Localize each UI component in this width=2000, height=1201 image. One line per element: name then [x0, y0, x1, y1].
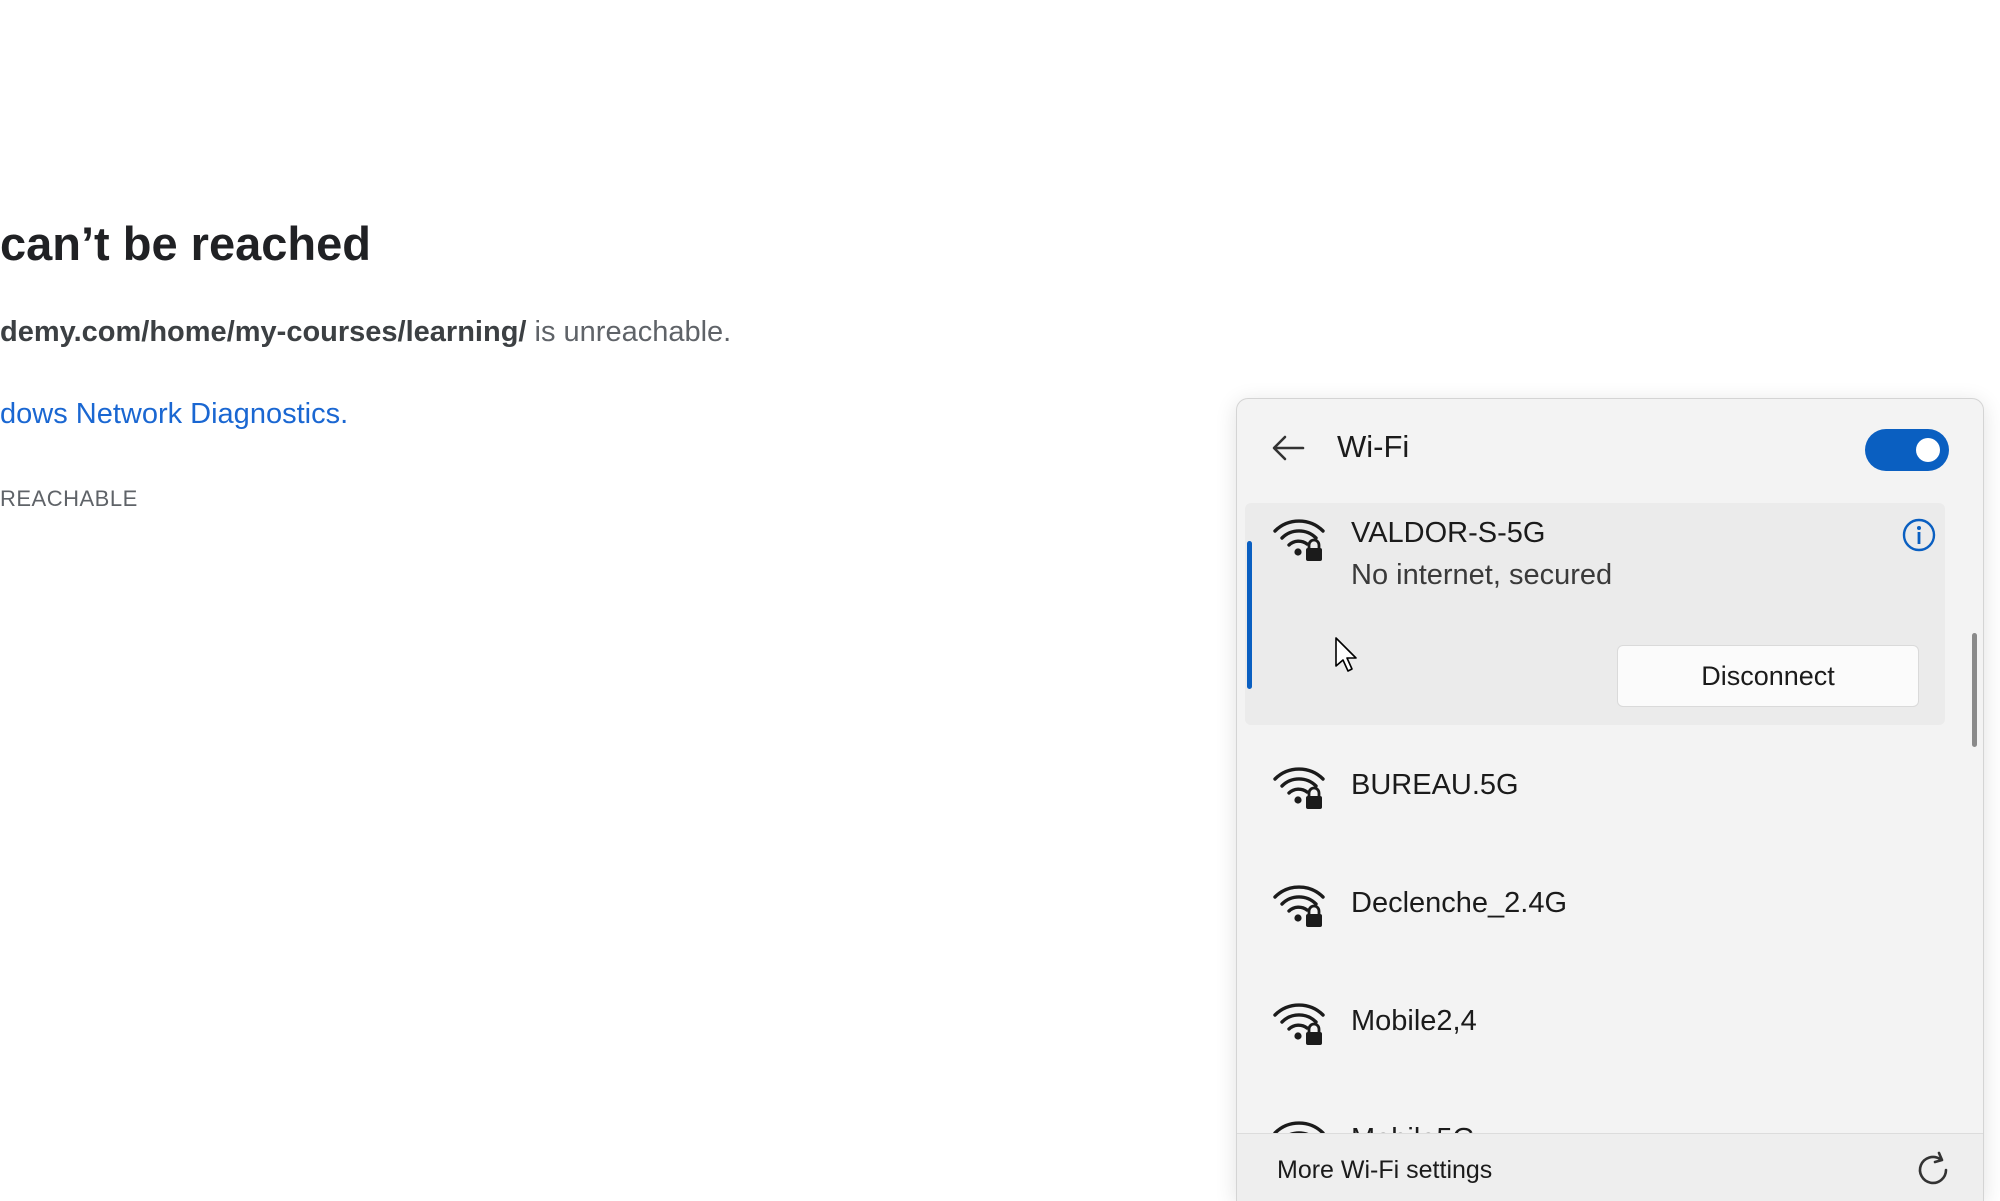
network-item[interactable]: Mobile5G — [1245, 1087, 1945, 1133]
error-code: REACHABLE — [0, 486, 138, 511]
toggle-knob — [1916, 438, 1940, 462]
network-item[interactable]: Mobile2,4 — [1245, 969, 1945, 1087]
network-name: Mobile2,4 — [1351, 1005, 1477, 1037]
network-item[interactable]: BUREAU.5G — [1245, 733, 1945, 851]
wifi-footer: More Wi-Fi settings — [1237, 1133, 1983, 1201]
network-list: VALDOR-S-5G No internet, secured Disconn… — [1237, 503, 1983, 1133]
wifi-flyout: Wi-Fi VALDOR-S-5G No internet, secured D… — [1236, 398, 1984, 1201]
network-item[interactable]: Declenche_2.4G — [1245, 851, 1945, 969]
refresh-icon[interactable] — [1913, 1150, 1953, 1190]
error-title: can’t be reached — [0, 217, 371, 270]
info-icon[interactable] — [1901, 517, 1937, 553]
error-url: demy.com/home/my-courses/learning/ — [0, 316, 527, 348]
wifi-secured-icon — [1271, 515, 1331, 565]
wifi-secured-icon — [1271, 1117, 1331, 1133]
wifi-toggle[interactable] — [1865, 429, 1949, 471]
more-wifi-settings-link[interactable]: More Wi-Fi settings — [1277, 1156, 1492, 1185]
error-description: demy.com/home/my-courses/learning/ is un… — [0, 316, 731, 349]
wifi-secured-icon — [1271, 881, 1331, 931]
scrollbar-thumb[interactable] — [1972, 633, 1977, 747]
wifi-header: Wi-Fi — [1237, 399, 1983, 495]
network-name: Declenche_2.4G — [1351, 887, 1568, 919]
wifi-title: Wi-Fi — [1337, 429, 1410, 464]
browser-error-page: can’t be reached demy.com/home/my-course… — [0, 0, 1200, 1200]
error-desc-suffix: is unreachable. — [526, 316, 732, 348]
network-name: BUREAU.5G — [1351, 769, 1519, 801]
network-name: Mobile5G — [1351, 1123, 1475, 1133]
network-item-connected[interactable]: VALDOR-S-5G No internet, secured Disconn… — [1245, 503, 1945, 725]
network-diagnostics-link[interactable]: dows Network Diagnostics. — [0, 398, 348, 431]
mouse-cursor-icon — [1335, 637, 1357, 672]
network-name: VALDOR-S-5G — [1351, 517, 1546, 549]
disconnect-button[interactable]: Disconnect — [1617, 645, 1919, 707]
wifi-secured-icon — [1271, 763, 1331, 813]
network-status: No internet, secured — [1351, 559, 1613, 591]
back-arrow-icon[interactable] — [1269, 433, 1309, 463]
active-indicator — [1247, 541, 1252, 689]
wifi-secured-icon — [1271, 999, 1331, 1049]
